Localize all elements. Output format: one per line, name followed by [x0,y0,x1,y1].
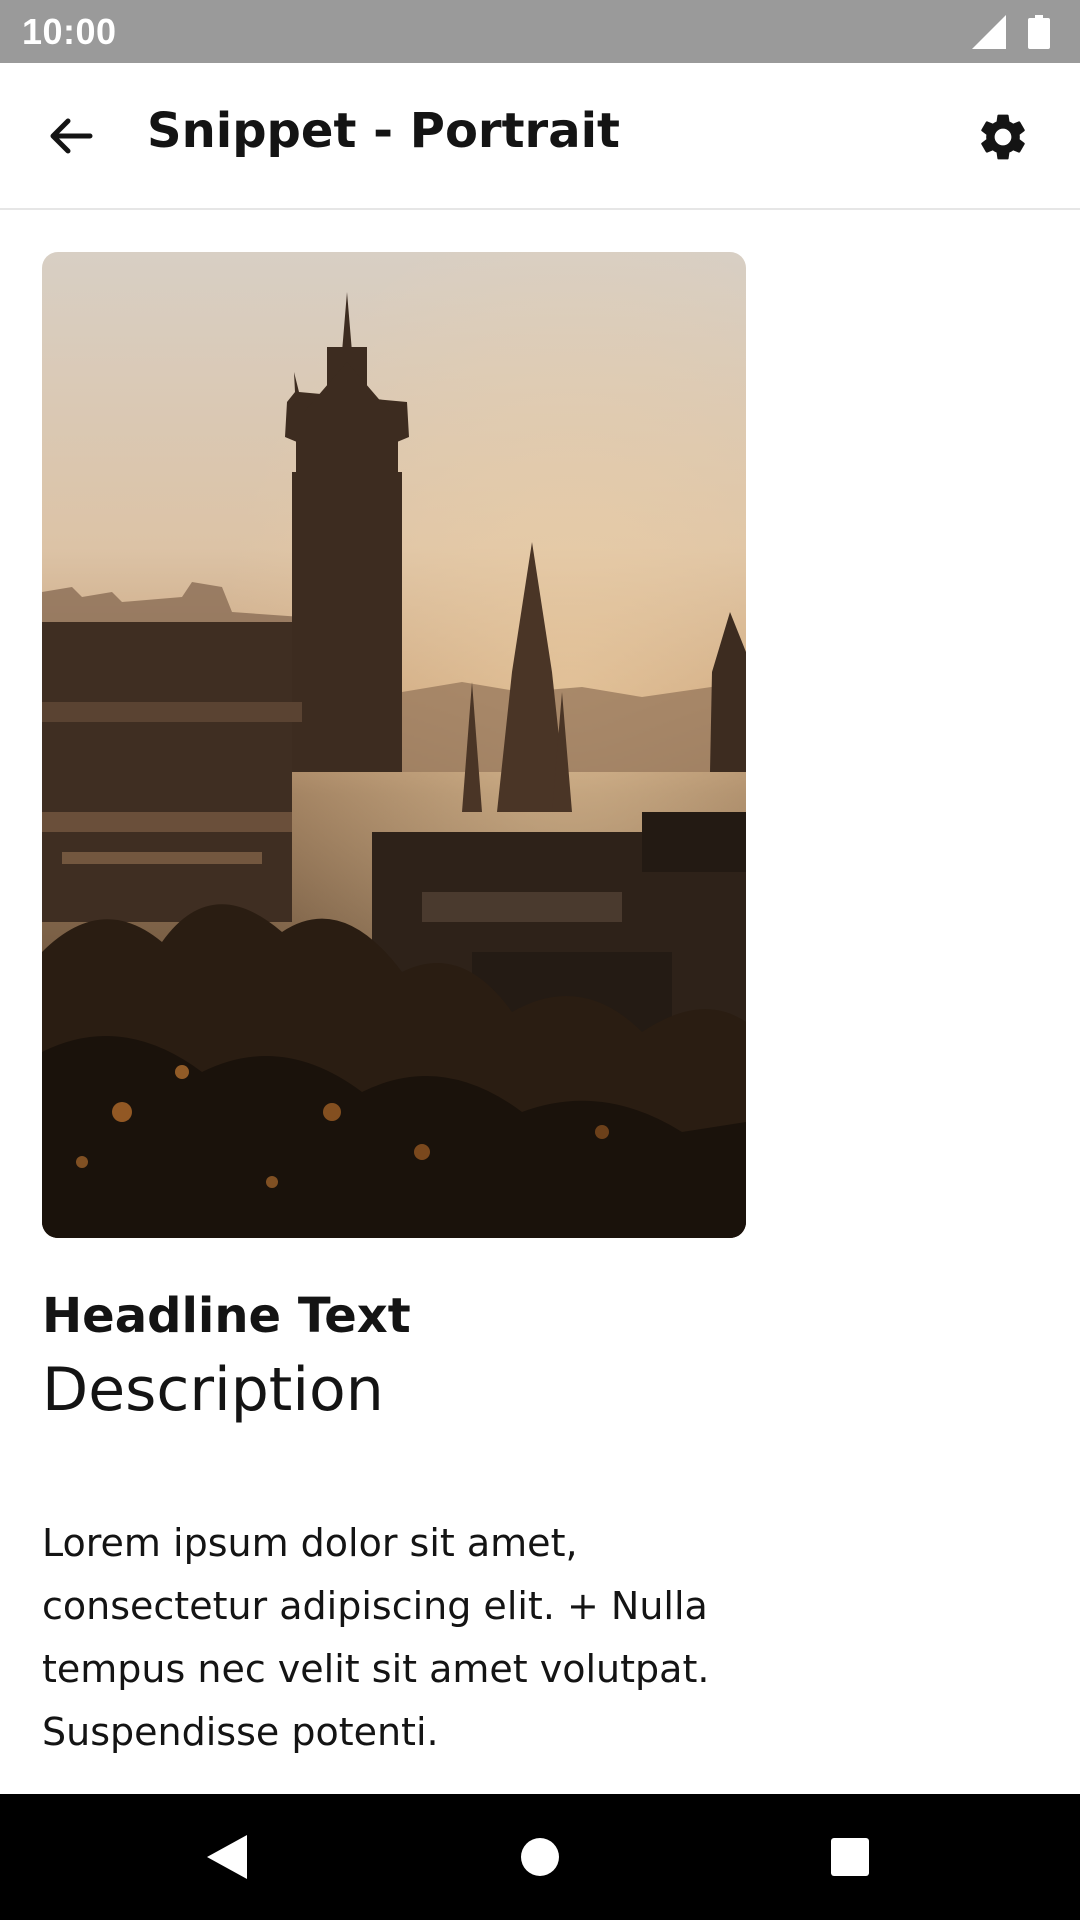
status-bar: 10:00 [0,0,1080,63]
city-skyline-photo [42,252,746,1238]
body-text: Lorem ipsum dolor sit amet, consectetur … [42,1521,710,1754]
back-triangle-icon [207,1835,247,1879]
nav-recents-button[interactable] [820,1827,880,1887]
arrow-back-icon [50,118,93,154]
gear-icon [981,114,1025,160]
back-button[interactable] [40,106,100,166]
recents-square-icon [831,1838,869,1876]
cellular-signal-icon [972,14,1006,49]
headline-text: Headline Text [42,1288,411,1344]
battery-icon [1028,14,1050,49]
system-nav-bar [0,1794,1080,1920]
status-icons [972,14,1050,49]
nav-back-button[interactable] [195,1827,255,1887]
page-title: Snippet - Portrait [147,103,620,159]
app-bar: Snippet - Portrait [0,63,1080,210]
content-area: Headline Text Description Lorem ipsum do… [0,210,1080,1794]
settings-button[interactable] [972,106,1034,168]
status-time: 10:00 [22,10,117,52]
home-circle-icon [521,1838,559,1876]
nav-home-button[interactable] [510,1827,570,1887]
description-text: Description [42,1355,384,1425]
